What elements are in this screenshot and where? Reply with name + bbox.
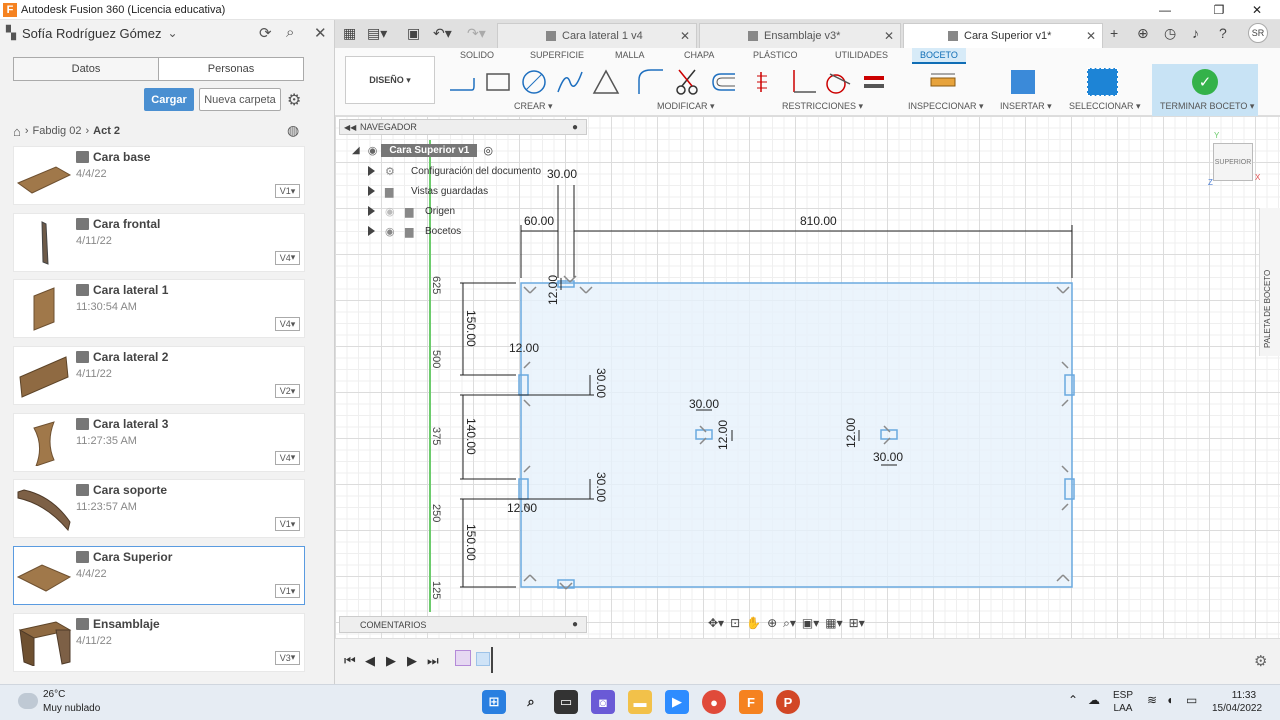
- feature-timeline-icon[interactable]: [476, 652, 490, 666]
- browser-item-origin[interactable]: ◉ ▆ Origen: [368, 202, 455, 220]
- visibility-eye-icon[interactable]: ◉: [385, 225, 397, 238]
- comments-panel-header[interactable]: COMENTARIOS ●: [339, 616, 587, 633]
- dim-30-center-right: 30.00: [873, 450, 903, 464]
- clock[interactable]: 11:33 15/04/2022: [1212, 689, 1262, 715]
- comments-options-icon[interactable]: ●: [572, 619, 578, 630]
- collapse-triangle-icon[interactable]: ◢: [352, 145, 360, 156]
- ruler-label: 375: [430, 427, 442, 445]
- dim-12-left-b: 12.00: [507, 501, 537, 515]
- expand-triangle-icon[interactable]: [368, 166, 375, 176]
- view-cube[interactable]: SUPERIOR: [1213, 143, 1253, 181]
- dim-140: 140.00: [464, 418, 478, 455]
- windows-start-icon[interactable]: ⊞: [482, 690, 506, 714]
- visibility-eye-icon[interactable]: ◉: [368, 144, 378, 157]
- timeline: ⏮ ◀ ▶ ▶ ⏭ ⚙: [335, 638, 1280, 684]
- dim-150-top: 150.00: [464, 310, 478, 347]
- teams-chat-icon[interactable]: ◙: [591, 690, 615, 714]
- expand-triangle-icon[interactable]: [368, 206, 375, 216]
- dim-60: 60.00: [524, 214, 554, 228]
- ruler-label: 125: [430, 581, 442, 599]
- dim-30-top: 30.00: [547, 167, 577, 181]
- search-icon[interactable]: ⌕: [519, 690, 543, 714]
- dim-150-bottom: 150.00: [464, 524, 478, 561]
- ruler-label: 625: [430, 276, 442, 294]
- expand-triangle-icon[interactable]: [368, 226, 375, 236]
- volume-icon[interactable]: ◖: [1166, 694, 1173, 707]
- browser-item-config[interactable]: ⚙ Configuración del documento: [368, 162, 541, 180]
- axis-z-label: Z: [1208, 178, 1213, 187]
- look-at-icon[interactable]: ⊡: [730, 616, 740, 634]
- hidden-eye-icon[interactable]: ◉: [385, 205, 397, 218]
- timeline-marker[interactable]: [491, 647, 493, 673]
- orbit-icon[interactable]: ✥▾: [708, 616, 724, 634]
- dim-12-center-left: 12.00: [716, 420, 730, 450]
- step-back-icon[interactable]: ◀: [365, 653, 375, 669]
- browser-root[interactable]: ◢ ◉ Cara Superior v1 ◎: [352, 142, 493, 159]
- weather-description[interactable]: Muy nublado: [43, 703, 100, 714]
- browser-item-saved-views[interactable]: ▆ Vistas guardadas: [368, 182, 488, 200]
- temperature[interactable]: 26°C: [43, 689, 65, 700]
- task-view-icon[interactable]: ▭: [554, 690, 578, 714]
- language-indicator[interactable]: ESP LAA: [1113, 689, 1133, 715]
- navigator-options-icon[interactable]: ●: [572, 122, 578, 133]
- folder-icon: ▆: [405, 205, 414, 218]
- dim-30-center-left: 30.00: [689, 397, 719, 411]
- dim-810: 810.00: [800, 214, 837, 228]
- file-explorer-icon[interactable]: ▬: [628, 690, 652, 714]
- fit-icon[interactable]: ⌕▾: [783, 616, 796, 634]
- timeline-gear-icon[interactable]: ⚙: [1254, 652, 1267, 670]
- axis-y-label: Y: [1214, 131, 1220, 140]
- go-to-start-icon[interactable]: ⏮: [344, 653, 356, 669]
- settings-icon: ⚙: [385, 165, 395, 178]
- navigator-header[interactable]: ◀◀ NAVEGADOR ●: [339, 119, 587, 135]
- sketch-profile: [520, 282, 1073, 588]
- sketch-geometry: 30.00 60.00 810.00 12.00 150.00 12.00 30…: [429, 140, 1075, 612]
- play-icon[interactable]: ▶: [386, 653, 396, 669]
- fusion-taskbar-icon[interactable]: F: [739, 690, 763, 714]
- folder-icon: ▆: [405, 225, 414, 238]
- ruler-label: 500: [430, 350, 442, 368]
- grid-settings-icon[interactable]: ▦▾: [825, 616, 842, 634]
- sketch-timeline-icon[interactable]: [455, 650, 471, 666]
- battery-icon[interactable]: ▭: [1186, 694, 1197, 707]
- zoom-icon[interactable]: ⊕: [767, 616, 777, 634]
- chrome-icon[interactable]: ●: [702, 690, 726, 714]
- step-forward-icon[interactable]: ▶: [407, 653, 417, 669]
- dim-30-right-b: 30.00: [594, 472, 608, 502]
- expand-triangle-icon[interactable]: [368, 186, 375, 196]
- activate-radio-icon[interactable]: ◎: [483, 144, 493, 157]
- show-hidden-icons[interactable]: ⌃: [1068, 694, 1078, 707]
- collapse-navigator-icon[interactable]: ◀◀: [344, 123, 356, 132]
- dim-12-center-right: 12.00: [844, 418, 858, 448]
- sketch-palette-tab[interactable]: PALETA DE BOCETO: [1259, 208, 1280, 356]
- browser-item-sketches[interactable]: ◉ ▆ Bocetos: [368, 222, 461, 240]
- cloudy-weather-icon[interactable]: [18, 693, 38, 709]
- pan-hand-icon[interactable]: ✋: [746, 616, 761, 634]
- onedrive-cloud-icon[interactable]: ☁: [1088, 694, 1100, 707]
- powerpoint-icon[interactable]: P: [776, 690, 800, 714]
- go-to-end-icon[interactable]: ⏭: [427, 653, 439, 669]
- navigation-bar: ✥▾ ⊡ ✋ ⊕ ⌕▾ ▣▾ ▦▾ ⊞▾: [708, 616, 865, 634]
- folder-icon: ▆: [385, 185, 394, 198]
- ruler-label: 250: [430, 504, 442, 522]
- wifi-icon[interactable]: ≋: [1147, 694, 1157, 707]
- root-component-label[interactable]: Cara Superior v1: [381, 144, 478, 157]
- display-settings-icon[interactable]: ▣▾: [802, 616, 819, 634]
- dim-30-right-a: 30.00: [594, 368, 608, 398]
- viewports-icon[interactable]: ⊞▾: [849, 616, 865, 634]
- windows-taskbar: 26°C Muy nublado ⊞ ⌕ ▭ ◙ ▬ ▶ ● F P ⌃ ☁ E…: [0, 684, 1280, 720]
- axis-x-label: X: [1255, 173, 1261, 182]
- dim-12-left-a: 12.00: [509, 341, 539, 355]
- dim-12-top: 12.00: [546, 275, 560, 305]
- zoom-app-icon[interactable]: ▶: [665, 690, 689, 714]
